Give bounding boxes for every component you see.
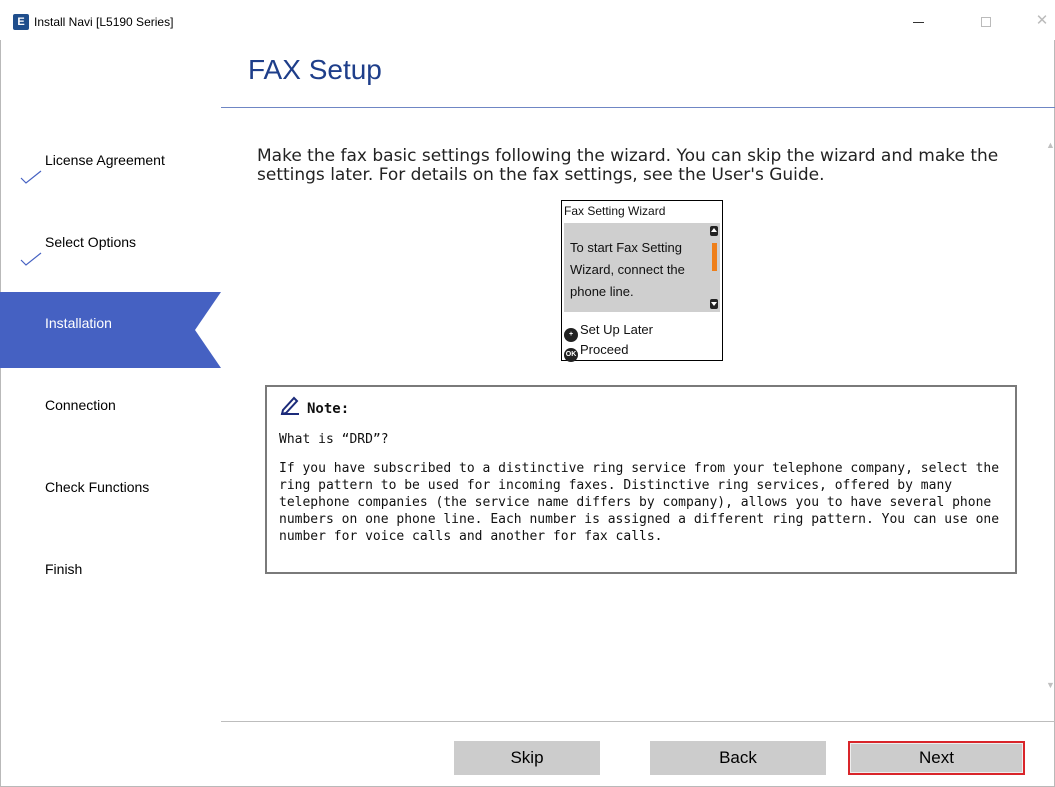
sidebar-step-license-agreement: License Agreement [0, 120, 221, 196]
sidebar-step-select-options: Select Options [0, 202, 221, 278]
lcd-option-label: Proceed [580, 342, 629, 357]
note-box: Note: What is “DRD”? If you have subscri… [265, 385, 1017, 574]
page-title: FAX Setup [248, 54, 382, 85]
step-label: Check Functions [45, 479, 150, 495]
intro-text: Make the fax basic settings following th… [257, 146, 999, 185]
footer-divider [221, 721, 1055, 722]
sidebar-step-check-functions: Check Functions [0, 448, 221, 524]
step-label: Finish [45, 561, 83, 577]
step-label: Connection [45, 397, 116, 413]
lcd-option-label: Set Up Later [580, 322, 653, 337]
window-title: Install Navi [L5190 Series] [34, 15, 174, 29]
minimize-icon [912, 21, 924, 23]
step-label: Installation [45, 315, 112, 331]
ok-button-icon: OK [564, 348, 578, 362]
lcd-scroll-thumb [712, 243, 717, 271]
skip-button[interactable]: Skip [454, 741, 600, 775]
check-icon [20, 252, 42, 266]
step-label: License Agreement [45, 152, 165, 168]
close-icon: ✕ [1035, 12, 1049, 29]
sidebar-step-connection: Connection [0, 366, 221, 442]
maximize-button[interactable] [966, 8, 1006, 34]
note-body: If you have subscribed to a distinctive … [279, 461, 1000, 544]
check-icon [20, 170, 42, 184]
title-bar: E Install Navi [L5190 Series] ✕ [0, 0, 1055, 40]
active-step-pointer [195, 292, 221, 368]
lcd-message: To start Fax Setting Wizard, connect the… [570, 240, 685, 299]
minimize-button[interactable] [898, 8, 938, 34]
sidebar-step-installation: Installation [0, 292, 221, 368]
lcd-option-proceed: OK Proceed [564, 341, 629, 362]
lcd-screen: To start Fax Setting Wizard, connect the… [564, 223, 720, 312]
plus-button-icon: + [564, 328, 578, 342]
sidebar-step-finish: Finish [0, 530, 221, 606]
lcd-header: Fax Setting Wizard [564, 204, 666, 218]
pencil-icon [280, 396, 299, 415]
sidebar: License Agreement Select Options Install… [0, 40, 221, 787]
close-button[interactable]: ✕ [1022, 8, 1055, 34]
content-scroll-down-icon[interactable]: ▼ [1046, 680, 1055, 690]
title-divider [221, 107, 1055, 108]
scroll-up-icon [710, 226, 718, 236]
printer-lcd-illustration: Fax Setting Wizard To start Fax Setting … [561, 200, 723, 362]
note-title: Note: [307, 401, 350, 417]
note-question: What is “DRD”? [279, 432, 389, 447]
step-label: Select Options [45, 234, 137, 250]
lcd-option-set-up-later: + Set Up Later [564, 321, 653, 342]
back-button[interactable]: Back [650, 741, 826, 775]
maximize-icon [981, 17, 991, 28]
scroll-down-icon [710, 299, 718, 309]
next-button[interactable]: Next [848, 741, 1025, 775]
content-scroll-up-icon[interactable]: ▲ [1046, 140, 1055, 150]
app-icon: E [13, 14, 29, 30]
